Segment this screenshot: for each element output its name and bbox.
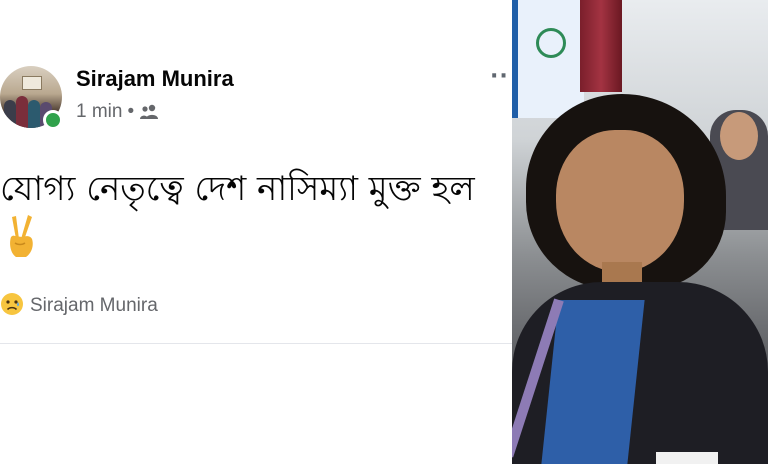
poster-emblem bbox=[536, 28, 566, 58]
more-options-icon[interactable]: ·· bbox=[490, 64, 509, 89]
post-timestamp[interactable]: 1 min bbox=[76, 101, 122, 123]
post-text: যোগ্য নেতৃত্বে দেশ নাসিম্যা মুক্ত হল bbox=[0, 169, 475, 209]
author-name[interactable]: Sirajam Munira bbox=[76, 66, 234, 92]
background-poster bbox=[512, 0, 584, 118]
avatar-figure bbox=[16, 96, 28, 128]
post-meta: 1 min • bbox=[76, 101, 159, 123]
portrait-photo bbox=[512, 0, 768, 464]
reaction-row[interactable]: Sirajam Munira bbox=[0, 292, 158, 320]
online-status-dot bbox=[43, 110, 63, 130]
sad-face-icon bbox=[0, 292, 24, 320]
background-person-face bbox=[720, 112, 758, 160]
meta-separator: • bbox=[127, 101, 135, 122]
avatar-figure bbox=[4, 100, 16, 128]
subject-shirt bbox=[541, 300, 645, 464]
friends-icon[interactable] bbox=[139, 104, 159, 120]
reactor-name: Sirajam Munira bbox=[30, 295, 158, 316]
background-curtain bbox=[580, 0, 622, 92]
post-divider bbox=[0, 343, 512, 344]
avatar-photo-frame bbox=[22, 76, 42, 90]
subject-badge bbox=[656, 452, 718, 464]
victory-hand-icon bbox=[6, 213, 36, 259]
facebook-post: Sirajam Munira 1 min • ·· যোগ্য নেতৃত্বে… bbox=[0, 0, 512, 464]
avatar-figure bbox=[28, 100, 40, 128]
subject-face bbox=[556, 130, 684, 272]
